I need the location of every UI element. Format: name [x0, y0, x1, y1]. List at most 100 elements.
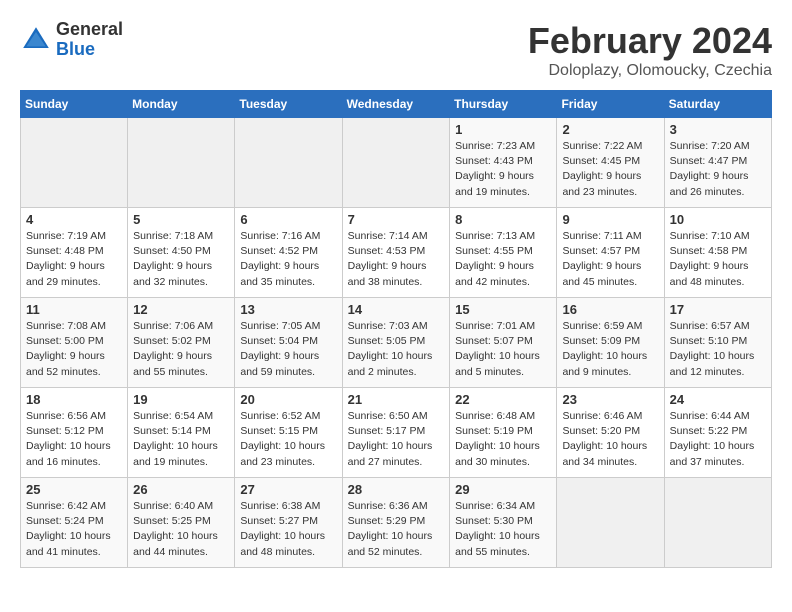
day-number: 4: [26, 212, 122, 227]
calendar-cell: 1 Sunrise: 7:23 AM Sunset: 4:43 PM Daylig…: [450, 118, 557, 208]
day-number: 6: [240, 212, 336, 227]
day-number: 23: [562, 392, 658, 407]
calendar-week-row: 1 Sunrise: 7:23 AM Sunset: 4:43 PM Daylig…: [21, 118, 772, 208]
logo-blue-text: Blue: [56, 39, 95, 59]
weekday-header: Thursday: [450, 91, 557, 118]
calendar-cell: [128, 118, 235, 208]
calendar-cell: 25 Sunrise: 6:42 AM Sunset: 5:24 PM Dayli…: [21, 478, 128, 568]
day-info: Sunrise: 7:20 AM Sunset: 4:47 PM Dayligh…: [670, 139, 766, 200]
calendar-cell: [342, 118, 450, 208]
day-number: 21: [348, 392, 445, 407]
calendar-cell: 8 Sunrise: 7:13 AM Sunset: 4:55 PM Daylig…: [450, 208, 557, 298]
logo-icon: [20, 24, 52, 56]
title-area: February 2024 Doloplazy, Olomoucky, Czec…: [528, 20, 772, 80]
day-info: Sunrise: 7:13 AM Sunset: 4:55 PM Dayligh…: [455, 229, 551, 290]
calendar-cell: 7Sunrise: 7:14 AM Sunset: 4:53 PM Daylig…: [342, 208, 450, 298]
day-info: Sunrise: 7:05 AM Sunset: 5:04 PM Dayligh…: [240, 319, 336, 380]
calendar-cell: 4 Sunrise: 7:19 AM Sunset: 4:48 PM Daylig…: [21, 208, 128, 298]
calendar-cell: 29 Sunrise: 6:34 AM Sunset: 5:30 PM Dayli…: [450, 478, 557, 568]
weekday-header: Saturday: [664, 91, 771, 118]
day-info: Sunrise: 6:46 AM Sunset: 5:20 PM Dayligh…: [562, 409, 658, 470]
calendar-cell: [21, 118, 128, 208]
day-info: Sunrise: 6:50 AM Sunset: 5:17 PM Dayligh…: [348, 409, 445, 470]
weekday-header: Sunday: [21, 91, 128, 118]
day-info: Sunrise: 6:54 AM Sunset: 5:14 PM Dayligh…: [133, 409, 229, 470]
calendar-cell: 17Sunrise: 6:57 AM Sunset: 5:10 PM Dayli…: [664, 298, 771, 388]
weekday-header: Monday: [128, 91, 235, 118]
weekday-header-row: SundayMondayTuesdayWednesdayThursdayFrid…: [21, 91, 772, 118]
calendar-cell: 9Sunrise: 7:11 AM Sunset: 4:57 PM Daylig…: [557, 208, 664, 298]
calendar-cell: 6 Sunrise: 7:16 AM Sunset: 4:52 PM Daylig…: [235, 208, 342, 298]
day-info: Sunrise: 6:42 AM Sunset: 5:24 PM Dayligh…: [26, 499, 122, 560]
day-number: 24: [670, 392, 766, 407]
calendar-cell: 20 Sunrise: 6:52 AM Sunset: 5:15 PM Dayli…: [235, 388, 342, 478]
logo: General Blue: [20, 20, 123, 60]
day-info: Sunrise: 6:38 AM Sunset: 5:27 PM Dayligh…: [240, 499, 336, 560]
calendar-cell: 12 Sunrise: 7:06 AM Sunset: 5:02 PM Dayli…: [128, 298, 235, 388]
day-number: 15: [455, 302, 551, 317]
day-info: Sunrise: 6:34 AM Sunset: 5:30 PM Dayligh…: [455, 499, 551, 560]
day-number: 27: [240, 482, 336, 497]
calendar-cell: 2Sunrise: 7:22 AM Sunset: 4:45 PM Daylig…: [557, 118, 664, 208]
day-number: 29: [455, 482, 551, 497]
day-number: 19: [133, 392, 229, 407]
day-number: 8: [455, 212, 551, 227]
day-info: Sunrise: 6:40 AM Sunset: 5:25 PM Dayligh…: [133, 499, 229, 560]
day-info: Sunrise: 7:06 AM Sunset: 5:02 PM Dayligh…: [133, 319, 229, 380]
weekday-header: Friday: [557, 91, 664, 118]
header: General Blue February 2024 Doloplazy, Ol…: [20, 20, 772, 80]
calendar-cell: 11Sunrise: 7:08 AM Sunset: 5:00 PM Dayli…: [21, 298, 128, 388]
day-info: Sunrise: 6:57 AM Sunset: 5:10 PM Dayligh…: [670, 319, 766, 380]
day-number: 7: [348, 212, 445, 227]
day-number: 22: [455, 392, 551, 407]
day-number: 25: [26, 482, 122, 497]
weekday-header: Wednesday: [342, 91, 450, 118]
day-number: 3: [670, 122, 766, 137]
calendar-cell: 24 Sunrise: 6:44 AM Sunset: 5:22 PM Dayli…: [664, 388, 771, 478]
calendar-week-row: 11Sunrise: 7:08 AM Sunset: 5:00 PM Dayli…: [21, 298, 772, 388]
day-info: Sunrise: 7:19 AM Sunset: 4:48 PM Dayligh…: [26, 229, 122, 290]
calendar-cell: 15 Sunrise: 7:01 AM Sunset: 5:07 PM Dayli…: [450, 298, 557, 388]
calendar-cell: 10Sunrise: 7:10 AM Sunset: 4:58 PM Dayli…: [664, 208, 771, 298]
calendar-cell: 14 Sunrise: 7:03 AM Sunset: 5:05 PM Dayli…: [342, 298, 450, 388]
day-info: Sunrise: 7:10 AM Sunset: 4:58 PM Dayligh…: [670, 229, 766, 290]
day-number: 20: [240, 392, 336, 407]
calendar-cell: 22 Sunrise: 6:48 AM Sunset: 5:19 PM Dayli…: [450, 388, 557, 478]
day-number: 16: [562, 302, 658, 317]
day-number: 5: [133, 212, 229, 227]
day-number: 11: [26, 302, 122, 317]
day-info: Sunrise: 7:01 AM Sunset: 5:07 PM Dayligh…: [455, 319, 551, 380]
calendar-cell: 13 Sunrise: 7:05 AM Sunset: 5:04 PM Dayli…: [235, 298, 342, 388]
calendar-cell: 18Sunrise: 6:56 AM Sunset: 5:12 PM Dayli…: [21, 388, 128, 478]
calendar-cell: 3 Sunrise: 7:20 AM Sunset: 4:47 PM Daylig…: [664, 118, 771, 208]
day-number: 12: [133, 302, 229, 317]
day-info: Sunrise: 7:16 AM Sunset: 4:52 PM Dayligh…: [240, 229, 336, 290]
day-number: 13: [240, 302, 336, 317]
logo-general-text: General: [56, 19, 123, 39]
day-info: Sunrise: 7:22 AM Sunset: 4:45 PM Dayligh…: [562, 139, 658, 200]
day-number: 26: [133, 482, 229, 497]
calendar-cell: 23 Sunrise: 6:46 AM Sunset: 5:20 PM Dayli…: [557, 388, 664, 478]
calendar-cell: 21 Sunrise: 6:50 AM Sunset: 5:17 PM Dayli…: [342, 388, 450, 478]
calendar-cell: [664, 478, 771, 568]
calendar-week-row: 4 Sunrise: 7:19 AM Sunset: 4:48 PM Daylig…: [21, 208, 772, 298]
calendar-cell: 16 Sunrise: 6:59 AM Sunset: 5:09 PM Dayli…: [557, 298, 664, 388]
day-number: 1: [455, 122, 551, 137]
day-info: Sunrise: 7:11 AM Sunset: 4:57 PM Dayligh…: [562, 229, 658, 290]
calendar-table: SundayMondayTuesdayWednesdayThursdayFrid…: [20, 90, 772, 568]
day-info: Sunrise: 6:52 AM Sunset: 5:15 PM Dayligh…: [240, 409, 336, 470]
day-info: Sunrise: 6:44 AM Sunset: 5:22 PM Dayligh…: [670, 409, 766, 470]
day-info: Sunrise: 6:59 AM Sunset: 5:09 PM Dayligh…: [562, 319, 658, 380]
day-info: Sunrise: 6:48 AM Sunset: 5:19 PM Dayligh…: [455, 409, 551, 470]
day-info: Sunrise: 7:23 AM Sunset: 4:43 PM Dayligh…: [455, 139, 551, 200]
calendar-cell: 28 Sunrise: 6:36 AM Sunset: 5:29 PM Dayli…: [342, 478, 450, 568]
day-info: Sunrise: 7:03 AM Sunset: 5:05 PM Dayligh…: [348, 319, 445, 380]
day-number: 28: [348, 482, 445, 497]
day-info: Sunrise: 6:36 AM Sunset: 5:29 PM Dayligh…: [348, 499, 445, 560]
calendar-cell: 19 Sunrise: 6:54 AM Sunset: 5:14 PM Dayli…: [128, 388, 235, 478]
calendar-cell: [557, 478, 664, 568]
day-number: 14: [348, 302, 445, 317]
calendar-cell: 27 Sunrise: 6:38 AM Sunset: 5:27 PM Dayli…: [235, 478, 342, 568]
weekday-header: Tuesday: [235, 91, 342, 118]
day-info: Sunrise: 6:56 AM Sunset: 5:12 PM Dayligh…: [26, 409, 122, 470]
